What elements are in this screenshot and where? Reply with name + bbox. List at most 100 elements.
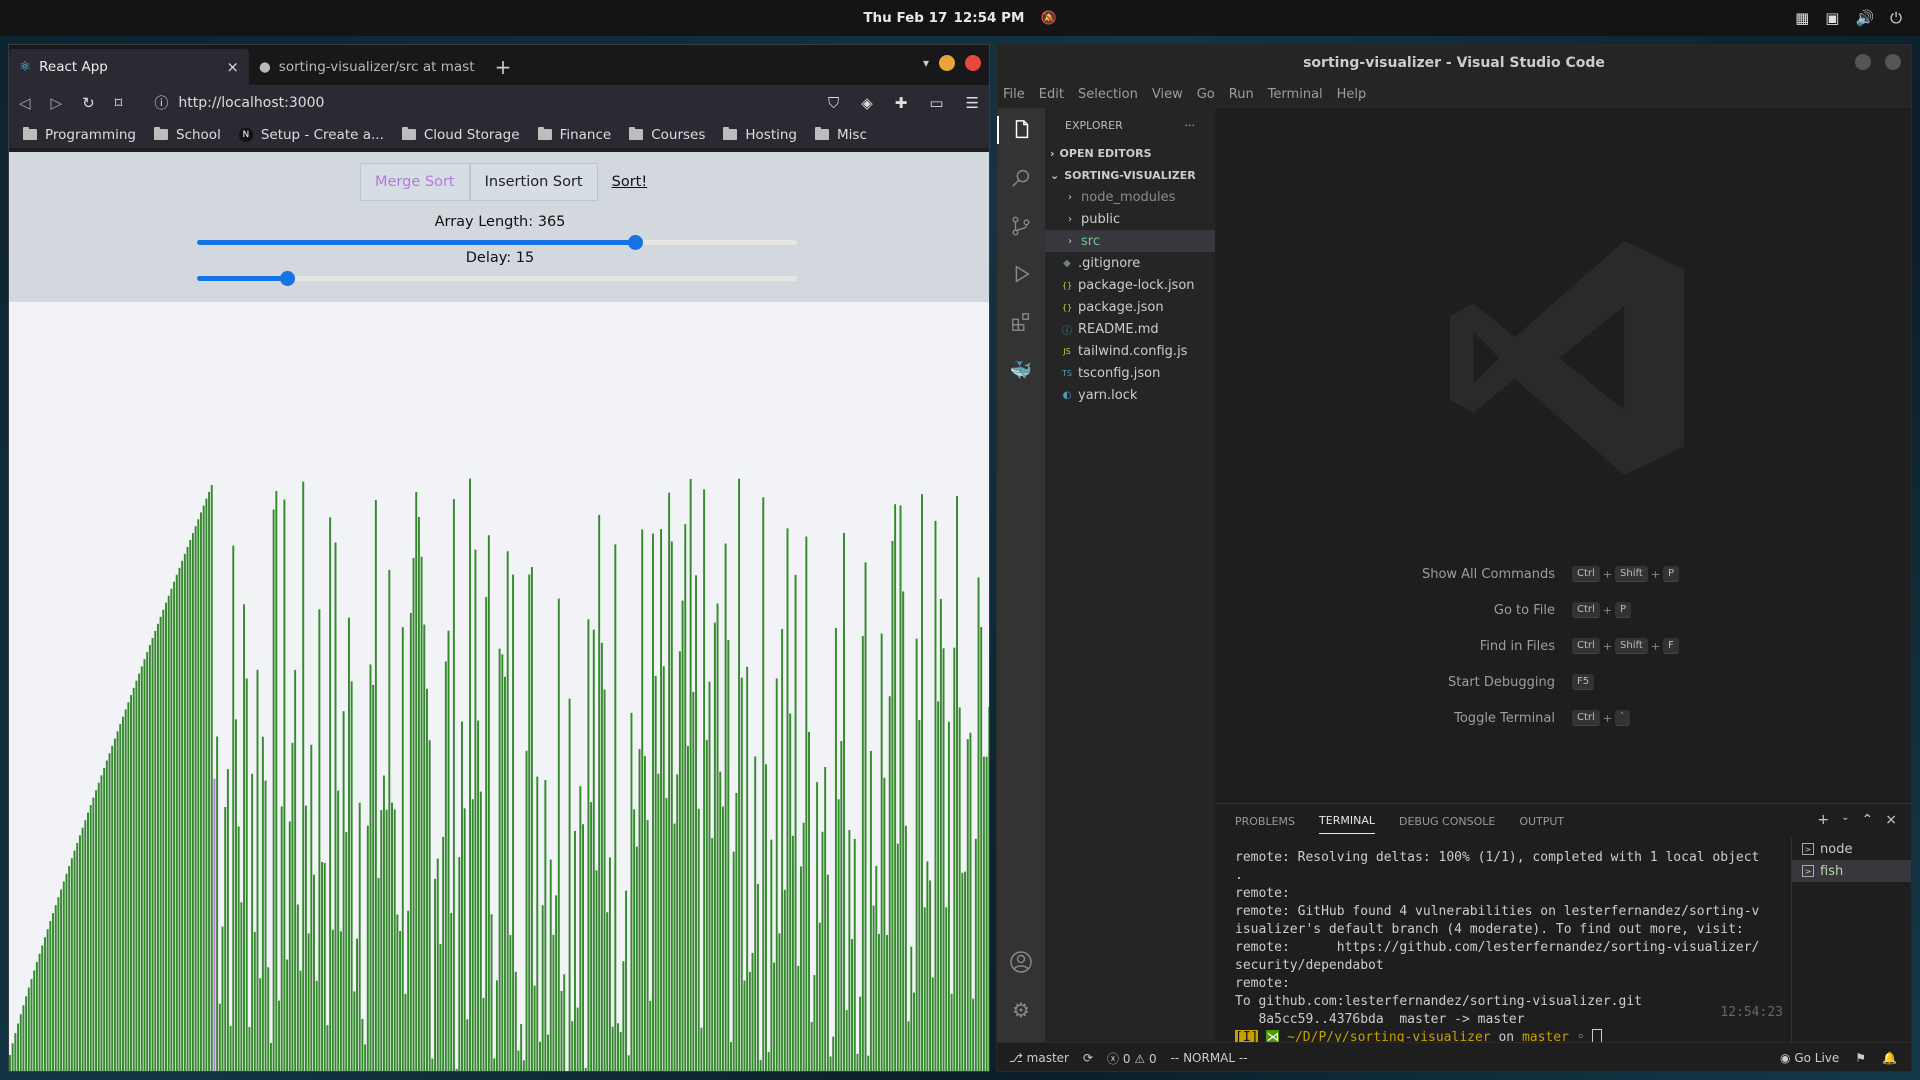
explorer-icon[interactable] <box>997 116 1045 144</box>
wallet-icon[interactable]: ▭ <box>929 94 943 112</box>
shortcut-key: + <box>1602 639 1613 653</box>
tab-react-app[interactable]: ⚛ React App × <box>9 49 249 85</box>
array-bar <box>278 1000 280 1071</box>
feedback-icon[interactable]: ⚑ <box>1855 1051 1866 1065</box>
bookmark-misc[interactable]: Misc <box>815 127 867 143</box>
maximize-panel-icon[interactable]: ⌃ <box>1862 812 1874 828</box>
file-tree-item[interactable]: › public <box>1045 208 1215 230</box>
tab-github[interactable]: ● sorting-visualizer/src at master · les… <box>249 49 485 85</box>
close-panel-icon[interactable]: × <box>1885 812 1897 828</box>
array-length-label: Array Length: 365 <box>434 214 566 230</box>
new-tab-button[interactable]: + <box>485 49 521 85</box>
menu-help[interactable]: Help <box>1337 87 1367 102</box>
bookmark-programming[interactable]: Programming <box>23 127 136 143</box>
ublock-icon[interactable]: ◈ <box>861 94 873 112</box>
minimize-button[interactable] <box>939 55 955 71</box>
source-control-icon[interactable] <box>1007 212 1035 240</box>
bookmark-hosting[interactable]: Hosting <box>723 127 797 143</box>
open-editors-section[interactable]: › OPEN EDITORS <box>1045 142 1215 164</box>
menu-terminal[interactable]: Terminal <box>1268 87 1323 102</box>
url-text[interactable]: http://localhost:3000 <box>178 95 324 111</box>
info-icon[interactable]: ⓘ <box>154 93 168 113</box>
terminal-node[interactable]: > node <box>1792 838 1911 860</box>
array-length-slider[interactable] <box>197 235 797 250</box>
file-tree-item[interactable]: {} package-lock.json <box>1045 274 1215 296</box>
back-icon[interactable]: ◁ <box>19 94 31 112</box>
more-actions-icon[interactable]: ··· <box>1185 119 1196 132</box>
extensions-icon[interactable] <box>1007 308 1035 336</box>
volume-icon[interactable]: 🔊 <box>1855 9 1874 27</box>
go-live-button[interactable]: ◉ Go Live <box>1780 1051 1839 1065</box>
settings-gear-icon[interactable]: ⚙ <box>1007 996 1035 1024</box>
calendar-icon[interactable]: ▣ <box>1825 9 1839 27</box>
bookmark-setup[interactable]: N Setup - Create a... <box>238 127 384 143</box>
array-bar <box>670 541 673 1071</box>
file-tree-item[interactable]: ◆ .gitignore <box>1045 252 1215 274</box>
reload-icon[interactable]: ↻ <box>82 94 95 112</box>
notifications-bell-icon[interactable]: 🔔 <box>1882 1051 1897 1065</box>
menu-run[interactable]: Run <box>1229 87 1254 102</box>
project-section[interactable]: ⌄ SORTING-VISUALIZER <box>1045 164 1215 186</box>
address-bar[interactable]: ⓘ http://localhost:3000 <box>154 93 324 113</box>
sort-button[interactable]: Sort! <box>612 174 648 190</box>
menu-file[interactable]: File <box>1003 87 1025 102</box>
menu-selection[interactable]: Selection <box>1078 87 1138 102</box>
menu-icon[interactable]: ☰ <box>966 94 979 112</box>
close-window-button[interactable] <box>965 55 981 71</box>
bookmark-courses[interactable]: Courses <box>629 127 705 143</box>
docker-icon[interactable]: 🐳 <box>1007 356 1035 384</box>
file-tree-item[interactable]: ◐ yarn.lock <box>1045 384 1215 406</box>
problems-status[interactable]: ⓧ 0 ⚠ 0 <box>1107 1050 1157 1067</box>
power-icon[interactable]: ⏻ <box>1890 9 1902 27</box>
shortcut-row[interactable]: Find in Files Ctrl + Shift + F <box>1215 638 1911 654</box>
tab-debug-console[interactable]: DEBUG CONSOLE <box>1399 815 1495 828</box>
tab-list-icon[interactable]: ▾ <box>923 56 929 70</box>
bookmark-school[interactable]: School <box>154 127 221 143</box>
terminal-fish[interactable]: > fish <box>1792 860 1911 882</box>
extensions-icon[interactable]: ✚ <box>895 94 908 112</box>
bookmark-cloud-storage[interactable]: Cloud Storage <box>401 127 520 143</box>
array-bar <box>773 962 776 1071</box>
account-icon[interactable] <box>1007 948 1035 976</box>
array-bar <box>326 1025 329 1071</box>
close-tab-icon[interactable]: × <box>226 58 239 76</box>
close-window-button[interactable] <box>1885 54 1901 70</box>
terminal-output[interactable]: remote: Resolving deltas: 100% (1/1), co… <box>1235 849 1785 1047</box>
shortcut-row[interactable]: Start Debugging F5 <box>1215 674 1911 690</box>
shortcut-row[interactable]: Show All Commands Ctrl + Shift + P <box>1215 566 1911 582</box>
delay-slider[interactable] <box>197 271 797 286</box>
tab-output[interactable]: OUTPUT <box>1519 815 1564 828</box>
bookmark-icon[interactable]: ⌑ <box>115 94 123 112</box>
sync-icon[interactable]: ⟳ <box>1083 1051 1093 1065</box>
workspaces-icon[interactable]: ▦ <box>1795 9 1809 27</box>
file-tree-item[interactable]: TS tsconfig.json <box>1045 362 1215 384</box>
bookmark-finance[interactable]: Finance <box>537 127 611 143</box>
file-tree-item[interactable]: › src <box>1045 230 1215 252</box>
brave-shield-icon[interactable]: ⛉ <box>828 94 839 112</box>
file-tree-item[interactable]: JS tailwind.config.js <box>1045 340 1215 362</box>
menu-edit[interactable]: Edit <box>1039 87 1064 102</box>
forward-icon[interactable]: ▷ <box>51 94 63 112</box>
file-tree-item[interactable]: {} package.json <box>1045 296 1215 318</box>
insertion-sort-button[interactable]: Insertion Sort <box>469 163 598 201</box>
file-tree-item[interactable]: › node_modules <box>1045 186 1215 208</box>
notifications-muted-icon[interactable]: 🔕 <box>1040 11 1056 26</box>
minimize-button[interactable] <box>1855 54 1871 70</box>
search-icon[interactable] <box>1007 164 1035 192</box>
tab-terminal[interactable]: TERMINAL <box>1319 814 1375 834</box>
window-controls: ▾ <box>923 55 981 71</box>
shortcut-row[interactable]: Go to File Ctrl + P <box>1215 602 1911 618</box>
run-debug-icon[interactable] <box>1007 260 1035 288</box>
tab-problems[interactable]: PROBLEMS <box>1235 815 1295 828</box>
menu-view[interactable]: View <box>1152 87 1183 102</box>
shortcut-row[interactable]: Toggle Terminal Ctrl + ` <box>1215 710 1911 726</box>
menu-go[interactable]: Go <box>1197 87 1215 102</box>
clock[interactable]: Thu Feb 17 12:54 PM 🔕 <box>863 10 1056 26</box>
merge-sort-button[interactable]: Merge Sort <box>360 163 470 201</box>
slider-thumb[interactable] <box>280 271 295 286</box>
branch-status[interactable]: ⎇ master <box>1009 1051 1069 1065</box>
file-tree-item[interactable]: ⓘ README.md <box>1045 318 1215 340</box>
new-terminal-icon[interactable]: + <box>1817 812 1829 828</box>
chevron-down-icon[interactable]: ⌄ <box>1841 812 1849 828</box>
slider-thumb[interactable] <box>628 235 643 250</box>
